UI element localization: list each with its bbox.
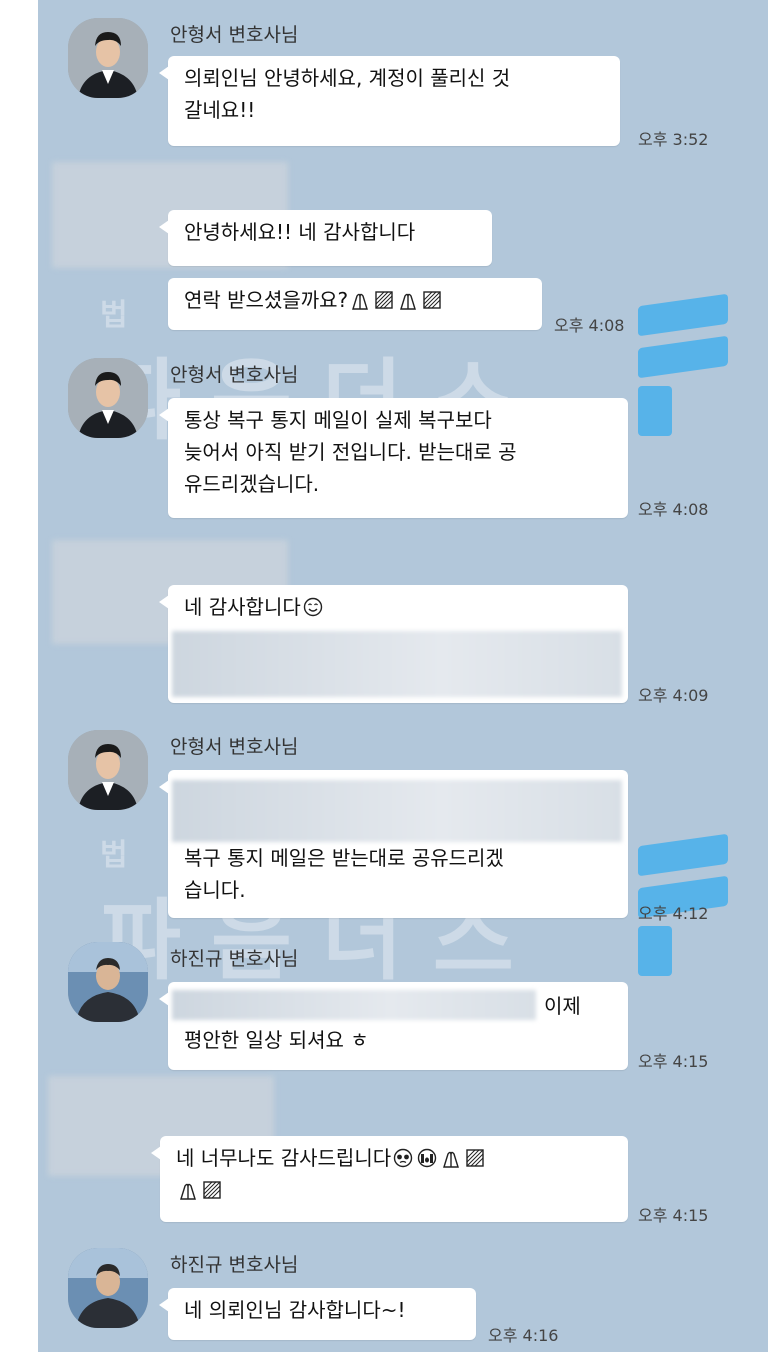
message-text: 안녕하세요!! 네 감사합니다 <box>184 220 416 244</box>
timestamp: 오후 4:08 <box>638 500 709 519</box>
smile-icon <box>303 594 323 617</box>
sender-name: 안형서 변호사님 <box>170 364 299 386</box>
message-text: 연락 받으셨을까요? <box>184 288 349 312</box>
person-photo-icon <box>68 730 148 810</box>
timestamp: 오후 4:16 <box>488 1326 559 1345</box>
message-bubble[interactable]: 의뢰인님 안녕하세요, 계정이 풀리신 것 갈네요!! <box>159 56 620 146</box>
message-text: 평안한 일상 되셔요 ㅎ <box>184 1028 369 1052</box>
watermark-flag-icon <box>638 293 728 440</box>
message-bubble[interactable]: 연락 받으셨을까요? <box>168 278 542 330</box>
message-bubble[interactable]: 네 너무나도 감사드립니다 <box>151 1136 628 1222</box>
hatched-square-icon <box>202 1177 222 1199</box>
crying-face-icon <box>417 1145 437 1168</box>
message-text: 네 감사합니다 <box>184 595 301 619</box>
person-photo-icon <box>68 1248 148 1328</box>
message-bubble[interactable]: 복구 통지 메일은 받는대로 공유드리겠 습니다. <box>159 770 628 918</box>
timestamp: 오후 3:52 <box>638 130 709 149</box>
avatar-lawyer2[interactable] <box>68 942 148 1022</box>
praying-hands-icon <box>441 1145 461 1168</box>
person-photo-icon <box>68 358 148 438</box>
sender-name: 하진규 변호사님 <box>170 948 299 970</box>
message-emoji-line <box>176 1174 612 1206</box>
hatched-square-icon <box>422 287 442 309</box>
timestamp: 오후 4:15 <box>638 1206 709 1225</box>
message-text: 늦어서 아직 받기 전입니다. 받는대로 공 <box>184 440 517 464</box>
timestamp: 오후 4:12 <box>638 904 709 923</box>
timestamp: 오후 4:09 <box>638 686 709 705</box>
message-bubble[interactable]: 이제 평안한 일상 되셔요 ㅎ <box>159 982 628 1070</box>
message-text: 네 너무나도 감사드립니다 <box>176 1146 392 1170</box>
message-text: 복구 통지 메일은 받는대로 공유드리겠 <box>184 846 504 870</box>
avatar-lawyer2[interactable] <box>68 1248 148 1328</box>
sender-name: 안형서 변호사님 <box>170 736 299 758</box>
message-text: 갈네요!! <box>184 98 256 122</box>
person-photo-icon <box>68 18 148 98</box>
chat-area: 법 파음더스 법 파음더스 안형서 변호사님 의뢰인님 안녕하세요, 계정이 풀… <box>38 0 768 1352</box>
message-text-line: 네 감사합니다 <box>184 591 612 623</box>
watermark-small-2: 법 <box>100 838 128 873</box>
message-bubble[interactable]: 네 의뢰인님 감사합니다~! <box>159 1288 476 1340</box>
message-text: 네 의뢰인님 감사합니다~! <box>184 1298 406 1322</box>
message-bubble[interactable]: 안녕하세요!! 네 감사합니다 <box>159 210 492 266</box>
avatar-lawyer1[interactable] <box>68 358 148 438</box>
praying-hands-icon <box>178 1177 198 1200</box>
hatched-square-icon <box>465 1145 485 1167</box>
message-text: 이제 <box>544 994 581 1018</box>
avatar-lawyer1[interactable] <box>68 730 148 810</box>
watermark-small-1: 법 <box>100 298 128 333</box>
person-photo-icon <box>68 942 148 1022</box>
timestamp: 오후 4:15 <box>638 1052 709 1071</box>
message-text: 유드리겠습니다. <box>184 472 320 496</box>
hatched-square-icon <box>374 287 394 309</box>
sender-name: 하진규 변호사님 <box>170 1254 299 1276</box>
praying-hands-icon <box>398 287 418 310</box>
sender-name: 안형서 변호사님 <box>170 24 299 46</box>
blurred-content <box>172 990 536 1020</box>
blurred-content <box>172 631 622 697</box>
message-bubble[interactable]: 통상 복구 통지 메일이 실제 복구보다 늦어서 아직 받기 전입니다. 받는대… <box>159 398 628 518</box>
timestamp: 오후 4:08 <box>554 316 625 335</box>
praying-hands-icon <box>350 287 370 310</box>
message-bubble[interactable]: 네 감사합니다 <box>159 585 628 703</box>
blurred-content <box>172 780 622 842</box>
message-text: 의뢰인님 안녕하세요, 계정이 풀리신 것 <box>184 66 511 90</box>
message-text: 습니다. <box>184 878 246 902</box>
message-text: 통상 복구 통지 메일이 실제 복구보다 <box>184 408 492 432</box>
message-text-line: 네 너무나도 감사드립니다 <box>176 1142 612 1174</box>
crying-face-icon <box>393 1145 413 1168</box>
avatar-lawyer1[interactable] <box>68 18 148 98</box>
